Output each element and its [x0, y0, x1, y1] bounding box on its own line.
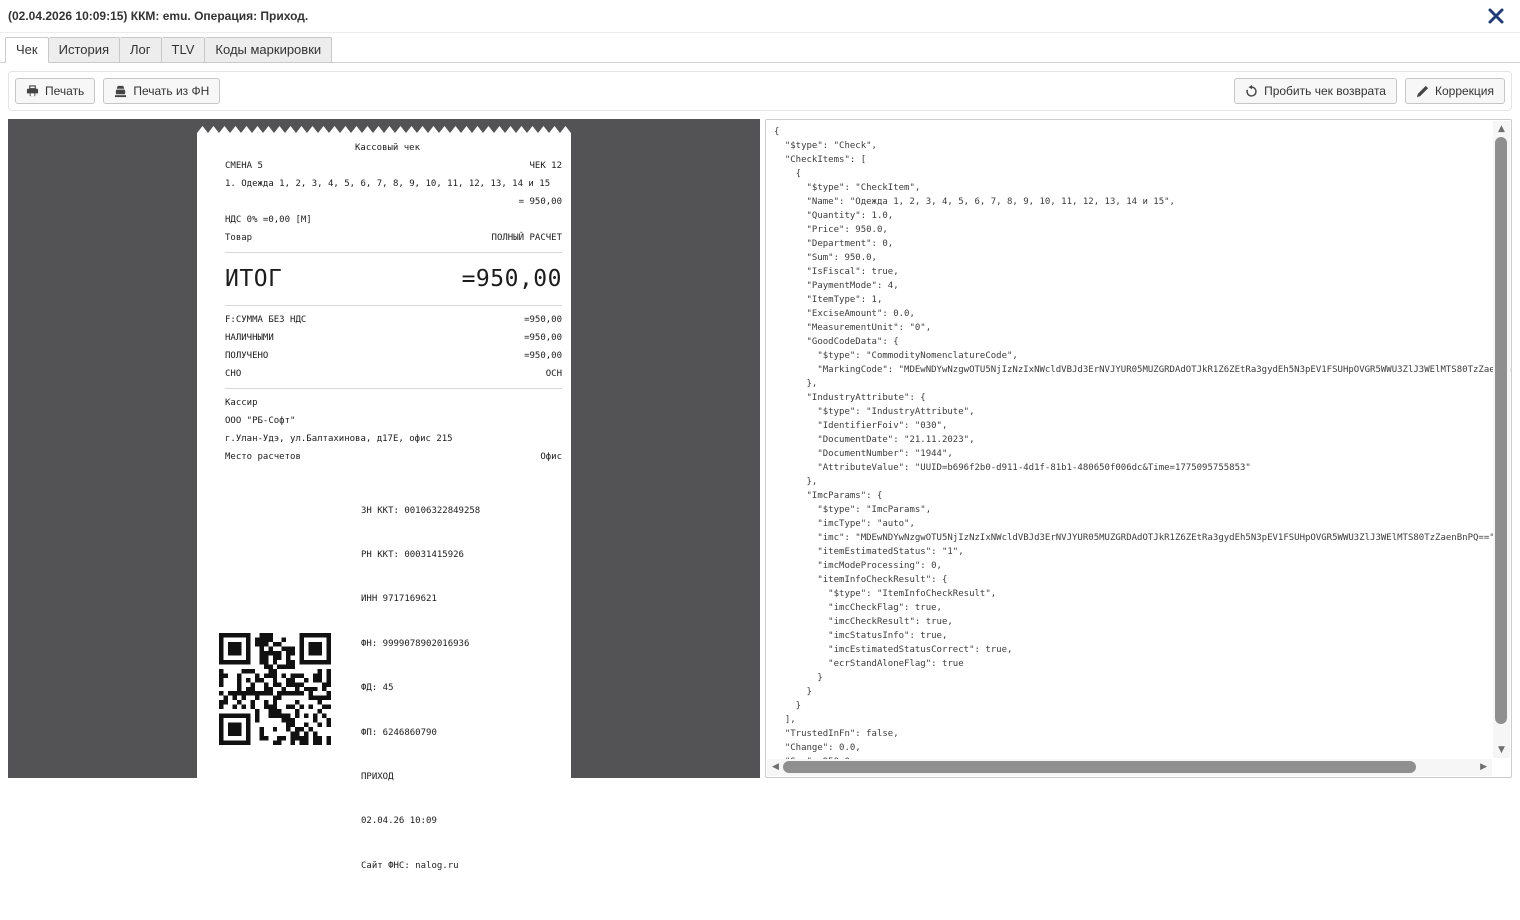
toolbar-left-group: Печать Печать из ФН: [15, 78, 221, 104]
receipt-place-label: Место расчетов: [225, 452, 301, 462]
horizontal-scrollbar[interactable]: ◀ ▶: [767, 759, 1492, 776]
tab-marking-codes[interactable]: Коды маркировки: [205, 37, 333, 63]
fiscal-line: ФП: 6246860790: [361, 727, 437, 738]
correction-button-label: Коррекция: [1434, 84, 1494, 98]
fiscal-line: РН ККТ: 00031415926: [361, 549, 464, 560]
receipt-divider: [225, 388, 562, 389]
refund-check-button[interactable]: Пробить чек возврата: [1234, 78, 1397, 104]
vertical-scrollbar-thumb[interactable]: [1495, 137, 1507, 724]
fiscal-line: Сайт ФНС: nalog.ru: [361, 860, 459, 871]
tab-tlv[interactable]: TLV: [161, 37, 206, 63]
fiscal-line: ИНН 9717169621: [361, 594, 437, 605]
receipt-fiscal-block: ЗН ККТ: 00106322849258 РН ККТ: 000314159…: [219, 474, 562, 903]
receipt-total-line: F:СУММА БЕЗ НДС =950,00: [225, 311, 562, 329]
receipt-total-line: ПОЛУЧЕНО =950,00: [225, 347, 562, 365]
receipt-item-name: 1. Одежда 1, 2, 3, 4, 5, 6, 7, 8, 9, 10,…: [225, 179, 551, 189]
receipt-preview-panel: Кассовый чек СМЕНА 5 ЧЕК 12 1. Одежда 1,…: [8, 119, 760, 920]
print-from-fn-button[interactable]: Печать из ФН: [103, 78, 221, 104]
tab-bar: Чек История Лог TLV Коды маркировки: [0, 33, 1520, 63]
fiscal-line: ФД: 45: [361, 683, 394, 694]
scroll-left-arrow-icon[interactable]: ◀: [772, 759, 779, 776]
correction-button[interactable]: Коррекция: [1404, 78, 1505, 104]
printer-fn-icon: [114, 85, 127, 98]
print-button[interactable]: Печать: [15, 78, 96, 104]
receipt-total-line: СНО ОСН: [225, 365, 562, 383]
receipt-total-value: =950,00: [461, 266, 562, 292]
print-button-label: Печать: [45, 84, 85, 98]
receipt-sum-no-vat-value: =950,00: [524, 315, 562, 325]
close-icon[interactable]: [1486, 6, 1506, 26]
fiscal-line: ПРИХОД: [361, 771, 394, 782]
receipt-total-line: НАЛИЧНЫМИ =950,00: [225, 329, 562, 347]
receipt-org-name: ООО "РБ-Софт": [225, 416, 296, 426]
receipt-received-label: ПОЛУЧЕНО: [225, 351, 269, 361]
receipt-item-sum: = 950,00: [518, 197, 562, 207]
receipt-total-label: ИТОГ: [225, 266, 283, 292]
rotate-ccw-icon: [1245, 84, 1258, 98]
horizontal-scrollbar-thumb[interactable]: [783, 761, 1416, 773]
refund-check-button-label: Пробить чек возврата: [1264, 84, 1386, 98]
receipt: Кассовый чек СМЕНА 5 ЧЕК 12 1. Одежда 1,…: [197, 126, 571, 920]
receipt-sno-label: СНО: [225, 369, 242, 379]
scroll-up-arrow-icon[interactable]: ▲: [1493, 122, 1510, 136]
fiscal-line: ЗН ККТ: 00106322849258: [361, 505, 481, 516]
receipt-cash-value: =950,00: [524, 333, 562, 343]
receipt-divider: [225, 252, 562, 253]
receipt-paper: Кассовый чек СМЕНА 5 ЧЕК 12 1. Одежда 1,…: [197, 133, 571, 914]
toolbar-right-group: Пробить чек возврата Коррекция: [1234, 78, 1505, 104]
page-title: (02.04.2026 10:09:15) ККМ: emu. Операция…: [8, 9, 309, 23]
json-view-panel: { "$type": "Check", "CheckItems": [ { "$…: [765, 119, 1512, 778]
scroll-right-arrow-icon[interactable]: ▶: [1480, 759, 1487, 776]
receipt-item-type: Товар: [225, 233, 253, 243]
fiscal-line: 02.04.26 10:09: [361, 816, 437, 827]
tab-check[interactable]: Чек: [5, 37, 49, 63]
receipt-sno-value: ОСН: [545, 369, 562, 379]
receipt-cashier-label: Кассир: [225, 398, 258, 408]
receipt-place-value: Офис: [540, 452, 562, 462]
receipt-shift: СМЕНА 5: [225, 161, 263, 171]
json-content: { "$type": "Check", "CheckItems": [ { "$…: [774, 127, 1511, 767]
tab-history[interactable]: История: [48, 37, 121, 63]
qr-code: [219, 632, 331, 745]
print-from-fn-button-label: Печать из ФН: [133, 84, 210, 98]
receipt-org-address: г.Улан-Удэ, ул.Балтахинова, д17Е, офис 2…: [225, 434, 453, 444]
receipt-divider: [225, 305, 562, 306]
receipt-sum-no-vat-label: F:СУММА БЕЗ НДС: [225, 315, 307, 325]
scroll-down-arrow-icon[interactable]: ▼: [1493, 743, 1510, 757]
receipt-torn-edge-top: [197, 126, 571, 133]
tab-log[interactable]: Лог: [120, 37, 162, 63]
window-titlebar: (02.04.2026 10:09:15) ККМ: emu. Операция…: [0, 0, 1520, 33]
receipt-title: Кассовый чек: [354, 143, 421, 153]
main-content: Кассовый чек СМЕНА 5 ЧЕК 12 1. Одежда 1,…: [8, 119, 1512, 920]
vertical-scrollbar[interactable]: ▲ ▼: [1493, 121, 1510, 758]
receipt-payment-type: ПОЛНЫЙ РАСЧЕТ: [491, 233, 562, 243]
receipt-received-value: =950,00: [524, 351, 562, 361]
fiscal-line: ФН: 9999078902016936: [361, 638, 470, 649]
receipt-check-number: ЧЕК 12: [529, 161, 562, 171]
receipt-cash-label: НАЛИЧНЫМИ: [225, 333, 274, 343]
receipt-fiscal-details: ЗН ККТ: 00106322849258 РН ККТ: 000314159…: [361, 474, 480, 903]
receipt-vat-line: НДС 0% =0,00 [М]: [225, 215, 312, 225]
pencil-icon: [1416, 85, 1429, 98]
printer-icon: [26, 84, 39, 98]
receipt-torn-edge-bottom: [197, 913, 571, 920]
toolbar: Печать Печать из ФН Пробить чек возврата…: [8, 71, 1512, 111]
